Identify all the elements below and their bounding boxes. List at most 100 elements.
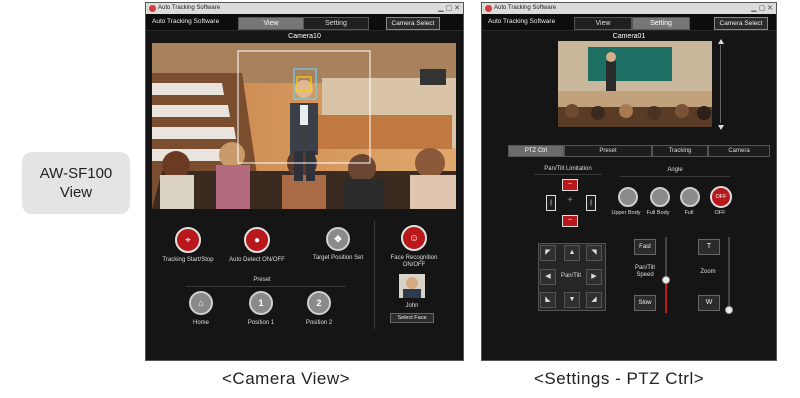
- caption-camera-view: <Camera View>: [222, 369, 351, 388]
- window-controls[interactable]: ▁ ▢ ✕: [438, 3, 460, 14]
- angle-label-full: Full: [684, 210, 694, 216]
- preset-position-1-label: Position 1: [247, 320, 275, 326]
- tracking-start-stop-control[interactable]: ⌖ Tracking Start/Stop: [162, 227, 214, 263]
- limit-center-cross: +: [567, 195, 573, 206]
- pan-tilt-down-right[interactable]: ◢: [586, 292, 602, 308]
- zoom-title: Zoom: [700, 269, 716, 275]
- select-face-button[interactable]: Select Face: [390, 313, 434, 323]
- pan-tilt-up[interactable]: ▲: [564, 245, 580, 261]
- angle-label-upper-body: Upper Body: [611, 210, 641, 216]
- limit-down-button[interactable]: −: [562, 215, 578, 227]
- classroom-image: [558, 41, 712, 127]
- angle-off-button[interactable]: OFF: [710, 186, 732, 208]
- lecture-hall-image: [152, 43, 456, 209]
- face-recognition-label: Face Recognition ON/OFF: [390, 255, 438, 268]
- camera-preview[interactable]: [558, 41, 712, 127]
- pan-tilt-down[interactable]: ▼: [564, 292, 580, 308]
- caption-settings-ptz: <Settings - PTZ Ctrl>: [534, 369, 705, 388]
- app-icon: [485, 5, 492, 12]
- preset-position-1[interactable]: 1 Position 1: [240, 291, 282, 326]
- pan-tilt-up-left[interactable]: ◤: [540, 245, 556, 261]
- preset-1-icon[interactable]: 1: [249, 291, 273, 315]
- tab-setting[interactable]: Setting: [303, 17, 369, 30]
- menu-bar: Auto Tracking Software View Setting Came…: [146, 14, 463, 31]
- limitation-divider: [534, 174, 602, 175]
- upper-body-icon[interactable]: [618, 187, 638, 207]
- camera-select-button[interactable]: Camera Select: [714, 17, 768, 30]
- preset-position-2[interactable]: 2 Position 2: [298, 291, 340, 326]
- camera-select-button[interactable]: Camera Select: [386, 17, 440, 30]
- auto-detect-label: Auto Detect ON/OFF: [229, 257, 285, 263]
- pan-tilt-pad-label: Pan/Tilt: [560, 273, 582, 279]
- face-name: John: [405, 303, 419, 309]
- model-name: AW-SF100: [39, 165, 113, 182]
- app-name: Auto Tracking Software: [152, 18, 220, 25]
- window-title: Auto Tracking Software: [494, 5, 557, 11]
- tab-setting[interactable]: Setting: [632, 17, 690, 30]
- zoom-slider-thumb[interactable]: [725, 306, 733, 315]
- pan-tilt-up-right[interactable]: ◥: [586, 245, 602, 261]
- pan-tilt-down-left[interactable]: ◣: [540, 292, 556, 308]
- speed-fast-button[interactable]: Fast: [634, 239, 656, 255]
- limit-left-button[interactable]: |: [546, 195, 556, 211]
- preview-scroll-arrow-up[interactable]: [718, 39, 724, 44]
- view-name: View: [59, 184, 93, 201]
- crosshair-icon[interactable]: ⌖: [175, 227, 201, 253]
- target-position-control[interactable]: ✥ Target Position Set: [304, 227, 372, 261]
- pan-tilt-left[interactable]: ◀: [540, 269, 556, 285]
- camera-view-window: Auto Tracking Software ▁ ▢ ✕ Auto Tracki…: [145, 2, 464, 361]
- angle-label-off: OFF: [714, 210, 726, 216]
- speed-slider-thumb[interactable]: [662, 275, 670, 284]
- person-icon[interactable]: ●: [244, 227, 270, 253]
- camera-feed[interactable]: [152, 43, 456, 209]
- limit-up-button[interactable]: −: [562, 179, 578, 191]
- face-photo: [399, 274, 425, 298]
- face-thumbnail[interactable]: [399, 274, 425, 298]
- preset-position-2-label: Position 2: [305, 320, 333, 326]
- app-name: Auto Tracking Software: [488, 18, 556, 25]
- tab-view[interactable]: View: [238, 17, 304, 30]
- limit-right-button[interactable]: |: [586, 195, 596, 211]
- model-view-label: AW-SF100 View: [22, 152, 130, 214]
- angle-divider: [620, 176, 730, 177]
- subtab-preset[interactable]: Preset: [564, 145, 652, 157]
- auto-detect-control[interactable]: ● Auto Detect ON/OFF: [226, 227, 288, 263]
- full-body-icon[interactable]: [650, 187, 670, 207]
- subtab-tracking[interactable]: Tracking: [652, 145, 708, 157]
- preset-title: Preset: [253, 277, 271, 283]
- tab-view[interactable]: View: [574, 17, 632, 30]
- camera-label: Camera01: [612, 33, 646, 40]
- preset-home-label: Home: [192, 320, 209, 326]
- subtab-ptz-ctrl[interactable]: PTZ Ctrl: [508, 145, 564, 157]
- preset-home[interactable]: ⌂ Home: [182, 291, 220, 326]
- camera-label: Camera10: [288, 33, 321, 40]
- target-position-icon[interactable]: ✥: [326, 227, 350, 251]
- window-title: Auto Tracking Software: [158, 5, 221, 11]
- preset-2-icon[interactable]: 2: [307, 291, 331, 315]
- speed-title: Pan/Tilt Speed: [634, 265, 656, 278]
- zoom-wide-button[interactable]: W: [698, 295, 720, 311]
- preview-scroll-arrow-down[interactable]: [718, 125, 724, 130]
- app-icon: [149, 5, 156, 12]
- speed-slow-button[interactable]: Slow: [634, 295, 656, 311]
- angle-label-full-body: Full Body: [646, 210, 670, 216]
- face-recognition-icon[interactable]: ☺: [401, 225, 427, 251]
- full-icon[interactable]: [680, 187, 700, 207]
- tracking-start-stop-label: Tracking Start/Stop: [162, 257, 214, 263]
- subtab-camera[interactable]: Camera: [708, 145, 770, 157]
- window-titlebar: Auto Tracking Software ▁ ▢ ✕: [482, 3, 776, 14]
- window-titlebar: Auto Tracking Software ▁ ▢ ✕: [146, 3, 463, 14]
- pan-tilt-right[interactable]: ▶: [586, 269, 602, 285]
- window-controls[interactable]: ▁ ▢ ✕: [751, 3, 773, 14]
- speed-slider-fill: [665, 278, 667, 313]
- preview-scroll-track[interactable]: [720, 45, 721, 123]
- zoom-slider-track[interactable]: [728, 237, 730, 313]
- home-icon[interactable]: ⌂: [189, 291, 213, 315]
- angle-title: Angle: [667, 167, 683, 173]
- zoom-tele-button[interactable]: T: [698, 239, 720, 255]
- target-position-label: Target Position Set: [312, 255, 364, 261]
- settings-window: Auto Tracking Software ▁ ▢ ✕ Auto Tracki…: [481, 2, 777, 361]
- menu-bar: Auto Tracking Software View Setting Came…: [482, 14, 776, 31]
- vertical-divider: [374, 221, 375, 329]
- face-recognition-control[interactable]: ☺ Face Recognition ON/OFF: [382, 225, 446, 269]
